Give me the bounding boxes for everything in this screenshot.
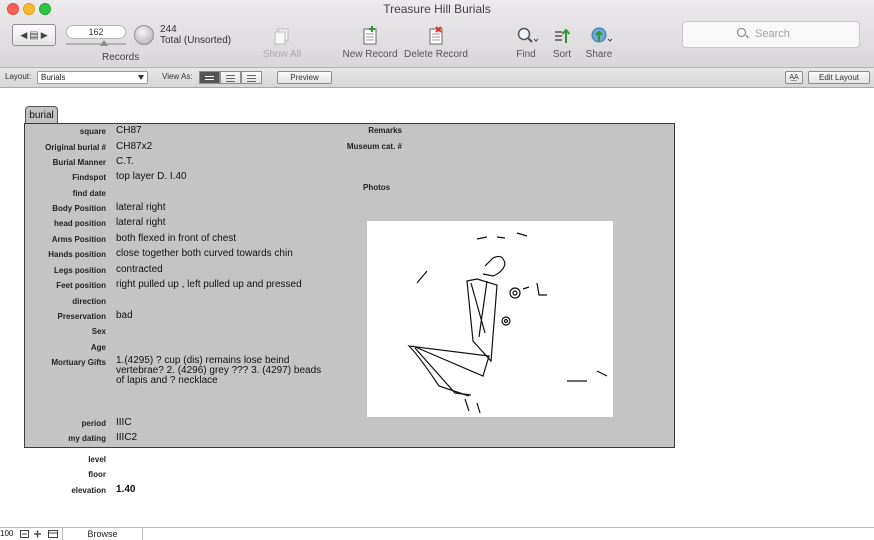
delete-record-icon	[426, 26, 446, 46]
tab-burial[interactable]: burial	[25, 106, 58, 124]
field-value-elevation[interactable]: 1.40	[116, 485, 135, 495]
field-value-my-dating[interactable]: IIIC2	[116, 433, 137, 443]
record-slider-knob[interactable]	[100, 40, 108, 46]
field-value-findspot[interactable]: top layer D. I.40	[116, 172, 187, 182]
layout-select[interactable]: Burials	[37, 71, 148, 84]
burial-sketch-image[interactable]	[367, 221, 613, 417]
field-label: Hands position	[48, 250, 106, 259]
record-slider[interactable]	[66, 43, 126, 45]
field-value-period[interactable]: IIIC	[116, 418, 132, 428]
found-count: 244	[160, 24, 177, 35]
field-label: Arms Position	[51, 235, 106, 244]
field-value-body-position[interactable]: lateral right	[116, 203, 165, 213]
museum-cat-label: Museum cat. #	[346, 142, 402, 151]
toggle-toolbar-icon[interactable]	[48, 530, 58, 538]
found-status: Total (Unsorted)	[160, 35, 232, 46]
field-label: my dating	[68, 434, 106, 443]
find-label: Find	[516, 49, 536, 60]
field-value-head-position[interactable]: lateral right	[116, 218, 165, 228]
field-value-mortuary-gifts[interactable]: 1.(4295) ? cup (dis) remains lose beind …	[116, 356, 332, 386]
field-value-square[interactable]: CH87	[116, 126, 142, 136]
field-value-legs-position[interactable]: contracted	[116, 265, 163, 275]
field-value-hands-position[interactable]: close together both curved towards chin	[116, 249, 293, 259]
mode-popup[interactable]: Browse	[62, 528, 143, 540]
delete-record-label: Delete Record	[404, 49, 468, 60]
found-set-pie-icon	[134, 25, 154, 45]
view-as-form-button[interactable]	[199, 71, 220, 84]
show-all-icon	[272, 26, 292, 46]
previous-record-icon[interactable]: ◀	[20, 30, 27, 41]
next-record-icon[interactable]: ▶	[41, 30, 48, 41]
window-toolbar: Treasure Hill Burials ◀ ▤ ▶ 162 244 Tota…	[0, 0, 874, 68]
field-label: Mortuary Gifts	[51, 358, 106, 367]
field-label: floor	[88, 470, 106, 479]
field-label: Burial Manner	[52, 158, 106, 167]
show-all-button[interactable]: Show All	[262, 26, 302, 60]
field-value-arms-position[interactable]: both flexed in front of chest	[116, 234, 236, 244]
magnifier-icon	[516, 26, 539, 46]
records-label: Records	[102, 52, 140, 63]
field-label: Legs position	[54, 266, 106, 275]
view-as-label: View As:	[162, 72, 193, 81]
formatting-bar-button[interactable]: A͟A	[785, 71, 803, 84]
field-label: Feet position	[56, 281, 106, 290]
search-placeholder: Search	[755, 28, 790, 40]
field-value-feet-position[interactable]: right pulled up , left pulled up and pre…	[116, 280, 302, 290]
record-navigation-control[interactable]: ◀ ▤ ▶	[12, 24, 56, 46]
field-label: head position	[54, 219, 106, 228]
field-label: find date	[72, 189, 106, 198]
new-record-icon	[360, 26, 380, 46]
field-label: Original burial #	[45, 143, 106, 152]
chevron-down-icon	[138, 75, 144, 80]
status-bar: 100 Browse	[0, 527, 874, 540]
zoom-out-icon[interactable]	[20, 530, 29, 538]
field-label: Findspot	[72, 173, 106, 182]
sort-label: Sort	[552, 49, 572, 60]
field-label: Preservation	[57, 312, 106, 321]
sort-icon	[552, 26, 572, 46]
layout-select-value: Burials	[41, 73, 66, 82]
remarks-label: Remarks	[368, 126, 402, 135]
new-record-button[interactable]: New Record	[340, 26, 400, 60]
zoom-level[interactable]: 100	[0, 529, 13, 538]
edit-layout-button[interactable]: Edit Layout	[808, 71, 870, 84]
delete-record-button[interactable]: Delete Record	[402, 26, 470, 60]
zoom-in-icon[interactable]	[33, 530, 42, 538]
share-button[interactable]: Share	[583, 26, 615, 60]
share-icon	[589, 26, 613, 46]
burial-sketch-drawing	[407, 232, 608, 414]
view-as-table-button[interactable]	[241, 71, 262, 84]
new-record-label: New Record	[342, 49, 398, 60]
layout-label: Layout:	[5, 72, 32, 81]
field-value-burial-manner[interactable]: C.T.	[116, 157, 134, 167]
share-label: Share	[585, 49, 613, 60]
search-input[interactable]: Search	[682, 21, 860, 48]
show-all-label: Show All	[262, 49, 302, 60]
photos-label: Photos	[363, 183, 391, 192]
field-label: Body Position	[52, 204, 106, 213]
view-as-list-button[interactable]	[220, 71, 241, 84]
find-button[interactable]: Find	[512, 26, 540, 60]
field-label: square	[79, 127, 106, 136]
sort-button[interactable]: Sort	[549, 26, 575, 60]
window-title: Treasure Hill Burials	[383, 2, 491, 16]
book-icon: ▤	[29, 29, 39, 41]
field-label: Age	[90, 343, 106, 352]
field-label: level	[88, 455, 106, 464]
current-record-field[interactable]: 162	[66, 25, 126, 39]
field-value-original-burial[interactable]: CH87x2	[116, 142, 152, 152]
field-label: Sex	[91, 327, 106, 336]
field-value-preservation[interactable]: bad	[116, 311, 133, 321]
preview-button[interactable]: Preview	[277, 71, 332, 84]
field-label: period	[81, 419, 106, 428]
search-icon	[737, 28, 746, 37]
field-label: elevation	[71, 486, 106, 495]
field-label: direction	[72, 297, 106, 306]
layout-bar: Layout: Burials View As: Preview A͟A Edi…	[0, 68, 874, 88]
